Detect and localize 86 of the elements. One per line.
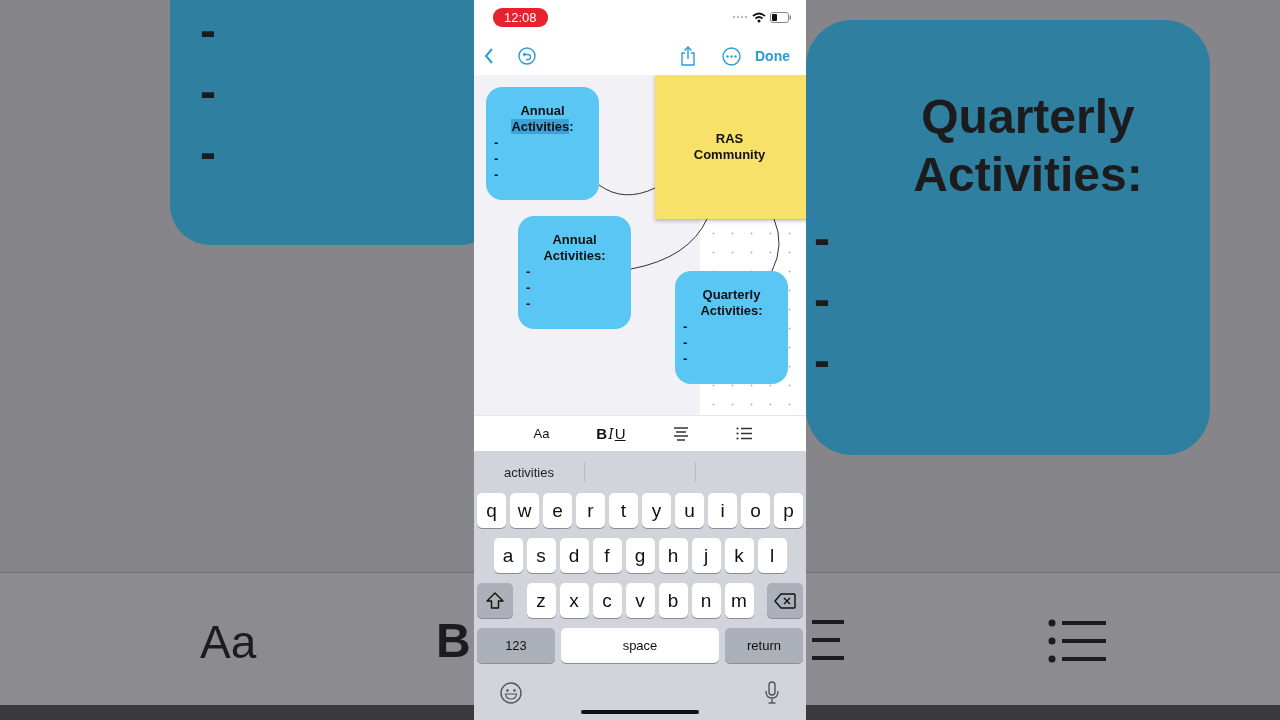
note-title: Annual: [520, 103, 565, 118]
key[interactable]: i: [708, 493, 737, 528]
delete-key[interactable]: [767, 583, 803, 618]
key[interactable]: e: [543, 493, 572, 528]
wifi-icon: [752, 11, 766, 23]
note-title: :: [569, 119, 574, 134]
list-icon: [1048, 618, 1106, 664]
back-button[interactable]: [484, 48, 494, 64]
key[interactable]: k: [724, 538, 754, 573]
note-line: -: [814, 211, 830, 267]
note-line: -: [526, 280, 531, 296]
note-card[interactable]: Annual Activities: - - -: [518, 216, 631, 329]
delete-icon: [774, 592, 796, 609]
sticky-note[interactable]: RAS Community: [655, 75, 806, 219]
sticky-text: RAS: [715, 131, 744, 147]
list-button[interactable]: [735, 427, 753, 440]
undo-button[interactable]: [518, 47, 536, 65]
key[interactable]: h: [658, 538, 688, 573]
bold-label: B: [436, 613, 471, 668]
key[interactable]: v: [625, 583, 655, 618]
key[interactable]: x: [559, 583, 589, 618]
note-line: -: [494, 135, 499, 151]
note-card[interactable]: Annual Activities: - - -: [486, 87, 599, 200]
signal-icon: [732, 15, 748, 19]
share-button[interactable]: [680, 46, 696, 66]
underline-button[interactable]: U: [614, 425, 626, 442]
note-title: Quarterly: [702, 287, 761, 302]
connector-line: [598, 184, 656, 196]
align-center-button[interactable]: [672, 426, 689, 441]
key[interactable]: j: [691, 538, 721, 573]
note-line: -: [200, 64, 216, 120]
key[interactable]: d: [559, 538, 589, 573]
note-title: Activities:: [700, 303, 763, 318]
bold-button[interactable]: B: [596, 425, 608, 442]
note-line: -: [200, 125, 216, 181]
shift-key[interactable]: [477, 583, 513, 618]
suggestion-button[interactable]: activities: [504, 464, 554, 480]
key[interactable]: y: [642, 493, 671, 528]
key[interactable]: s: [526, 538, 556, 573]
key[interactable]: n: [691, 583, 721, 618]
note-line: -: [200, 3, 216, 59]
font-button[interactable]: Aa: [533, 426, 550, 441]
note-card[interactable]: Quarterly Activities: - - -: [675, 271, 788, 384]
key[interactable]: c: [592, 583, 622, 618]
note-line: -: [683, 351, 688, 367]
shift-icon: [486, 592, 504, 609]
key[interactable]: r: [576, 493, 605, 528]
microphone-button[interactable]: [764, 681, 780, 705]
key[interactable]: u: [675, 493, 704, 528]
key[interactable]: l: [757, 538, 787, 573]
key[interactable]: z: [526, 583, 556, 618]
note-line: -: [526, 296, 531, 312]
numbers-key[interactable]: 123: [477, 628, 555, 663]
note-line: -: [526, 264, 531, 280]
note-line: -: [814, 272, 830, 328]
key[interactable]: b: [658, 583, 688, 618]
more-button[interactable]: [722, 46, 741, 66]
key[interactable]: f: [592, 538, 622, 573]
connector-line: [771, 218, 780, 272]
note-line: -: [683, 335, 688, 351]
key[interactable]: o: [741, 493, 770, 528]
key[interactable]: t: [609, 493, 638, 528]
space-key[interactable]: space: [561, 628, 719, 663]
return-key[interactable]: return: [725, 628, 803, 663]
italic-button[interactable]: I: [608, 425, 614, 442]
key[interactable]: q: [477, 493, 506, 528]
key[interactable]: a: [493, 538, 523, 573]
note-line: -: [683, 319, 688, 335]
key[interactable]: m: [724, 583, 754, 618]
emoji-button[interactable]: [500, 681, 522, 705]
battery-icon: [770, 11, 792, 23]
key[interactable]: p: [774, 493, 803, 528]
key[interactable]: g: [625, 538, 655, 573]
note-line: -: [814, 333, 830, 389]
note-line: -: [494, 151, 499, 167]
sticky-text: Community: [693, 147, 766, 163]
status-time: 12:08: [493, 7, 548, 27]
font-label: Aa: [200, 615, 257, 669]
key[interactable]: w: [510, 493, 539, 528]
note-title: Activities:: [543, 248, 606, 263]
note-title: Quarterly: [921, 89, 1135, 145]
note-title: Activities:: [913, 147, 1143, 203]
note-line: -: [494, 167, 499, 183]
note-title: Annual: [552, 232, 597, 247]
note-title: Activities: [511, 119, 570, 134]
align-center-icon: [812, 618, 844, 662]
